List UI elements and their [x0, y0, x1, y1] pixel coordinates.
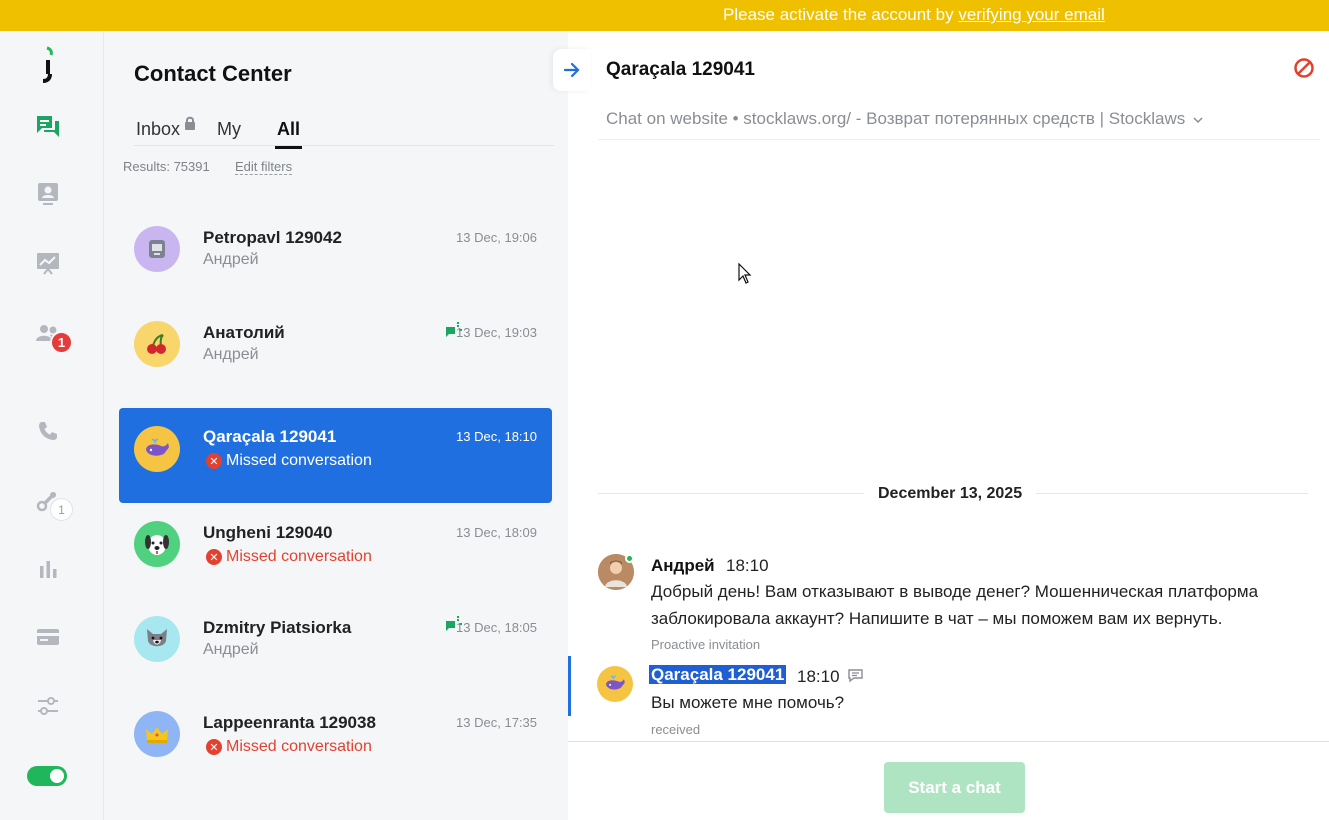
banner-text: Please activate the account by verifying…	[723, 5, 1105, 25]
mouse-cursor-icon	[738, 263, 752, 284]
conversation-time: 13 Dec, 19:03	[456, 325, 537, 340]
chat-source-dropdown[interactable]: Chat on website • stocklaws.org/ - Возвр…	[606, 109, 1203, 129]
chats-icon[interactable]	[30, 109, 66, 145]
missed-label: Missed conversation	[226, 548, 372, 565]
message-meta: Proactive invitation	[651, 637, 761, 652]
conversation-time: 13 Dec, 18:05	[456, 620, 537, 635]
missed-icon: ✕	[206, 453, 222, 469]
whale-avatar	[134, 426, 180, 472]
conversation-time: 13 Dec, 18:09	[456, 525, 537, 540]
missed-label: Missed conversation	[226, 452, 372, 469]
crown-avatar	[134, 711, 180, 757]
cherry-avatar	[134, 321, 180, 367]
lock-icon	[185, 116, 195, 130]
tab-all[interactable]: All	[274, 119, 303, 149]
conversation-time: 13 Dec, 17:35	[456, 715, 537, 730]
missed-status: ✕ Missed conversation	[206, 452, 372, 470]
phone-icon[interactable]	[30, 413, 66, 449]
missed-status: ✕ Missed conversation	[206, 548, 372, 566]
conversation-name: Petropavl 129042	[203, 228, 342, 247]
missed-icon: ✕	[206, 739, 222, 755]
settings-icon[interactable]	[30, 688, 66, 724]
activation-banner: Please activate the account by verifying…	[0, 0, 1329, 31]
online-status-dot	[625, 554, 634, 563]
whale-avatar	[597, 666, 633, 702]
conversation-name: Dzmitry Piatsiorka	[203, 618, 352, 637]
results-count: Results: 75391	[123, 159, 210, 174]
edit-filters-link[interactable]: Edit filters	[235, 159, 293, 175]
conversation-time: 13 Dec, 18:10	[456, 429, 537, 444]
conversation-agent: Андрей	[203, 251, 259, 268]
missed-icon: ✕	[206, 549, 222, 565]
conversation-item[interactable]: Ungheni 129040 13 Dec, 18:09 ✕ Missed co…	[119, 504, 552, 599]
selected-message-indicator	[568, 656, 571, 716]
verify-email-link[interactable]: verifying your email	[958, 5, 1104, 24]
message-text: Добрый день! Вам отказывают в выводе ден…	[651, 582, 1259, 628]
chat-source-label: Chat on website • stocklaws.org/ - Возвр…	[606, 109, 1186, 128]
conversation-name: Lappeenranta 129038	[203, 713, 376, 732]
wolf-avatar	[134, 616, 180, 662]
conversation-list-panel: Contact Center Inbox My All Results: 753…	[104, 31, 568, 820]
nav-rail: 1 1	[0, 31, 104, 820]
billing-icon[interactable]	[30, 619, 66, 655]
dog-avatar	[134, 521, 180, 567]
message-meta: received	[651, 722, 701, 737]
header-divider	[598, 139, 1320, 140]
robot-avatar	[134, 226, 180, 272]
footer-divider	[568, 741, 1329, 742]
conversation-item[interactable]: Petropavl 129042 13 Dec, 19:06 Андрей	[119, 199, 552, 294]
conversation-agent: Андрей	[203, 641, 259, 658]
contacts-icon[interactable]	[30, 176, 66, 212]
conversation-item[interactable]: Lappeenranta 129038 13 Dec, 17:35 ✕ Miss…	[119, 694, 552, 789]
list-tabs: Inbox My All	[134, 116, 554, 149]
agent-avatar	[598, 554, 634, 590]
conversation-name: Qaraçala 129041	[203, 427, 337, 446]
page-title: Contact Center	[134, 61, 292, 86]
tab-inbox[interactable]: Inbox	[136, 116, 195, 140]
conversation-name: Ungheni 129040	[203, 523, 333, 542]
arrow-right-icon	[563, 62, 580, 78]
conversation-name: Анатолий	[203, 323, 285, 342]
missed-status: ✕ Missed conversation	[206, 738, 372, 756]
conversation-item[interactable]: Анатолий 13 Dec, 19:03 Андрей	[119, 294, 552, 389]
conversation-time: 13 Dec, 19:06	[456, 230, 537, 245]
message-author: Qaraçala 129041	[649, 665, 787, 685]
message-time: 18:10	[797, 667, 840, 686]
brand-logo-icon[interactable]	[30, 46, 66, 83]
chevron-down-icon	[1193, 117, 1203, 124]
conversation-agent: Андрей	[203, 346, 259, 363]
missed-label: Missed conversation	[226, 738, 372, 755]
conversation-item-selected[interactable]: Qaraçala 129041 13 Dec, 18:10 ✕ Missed c…	[119, 408, 552, 503]
banner-prefix: Please activate the account by	[723, 5, 959, 24]
stats-icon[interactable]	[30, 551, 66, 587]
chat-title: Qaraçala 129041	[606, 59, 755, 80]
message-author: Андрей	[651, 556, 715, 575]
conversation-item[interactable]: Dzmitry Piatsiorka 13 Dec, 18:05 Андрей	[119, 599, 552, 694]
integrations-badge: 1	[50, 498, 73, 521]
tab-inbox-label: Inbox	[136, 119, 181, 139]
highlighted-author: Qaraçala 129041	[649, 665, 787, 684]
collapse-panel-button[interactable]	[553, 49, 591, 91]
ban-icon[interactable]	[1293, 57, 1315, 79]
team-notification-badge: 1	[50, 331, 73, 354]
chat-bubble-icon	[848, 669, 863, 683]
reports-icon[interactable]	[30, 245, 66, 281]
chat-panel: Qaraçala 129041 Chat on website • stockl…	[553, 31, 1329, 820]
start-chat-button[interactable]: Start a chat	[884, 762, 1025, 813]
message-text: Вы можете мне помочь?	[651, 693, 845, 712]
message-time: 18:10	[726, 556, 769, 575]
date-label: December 13, 2025	[864, 485, 1037, 503]
status-toggle[interactable]	[27, 766, 67, 786]
tab-my[interactable]: My	[217, 119, 241, 140]
